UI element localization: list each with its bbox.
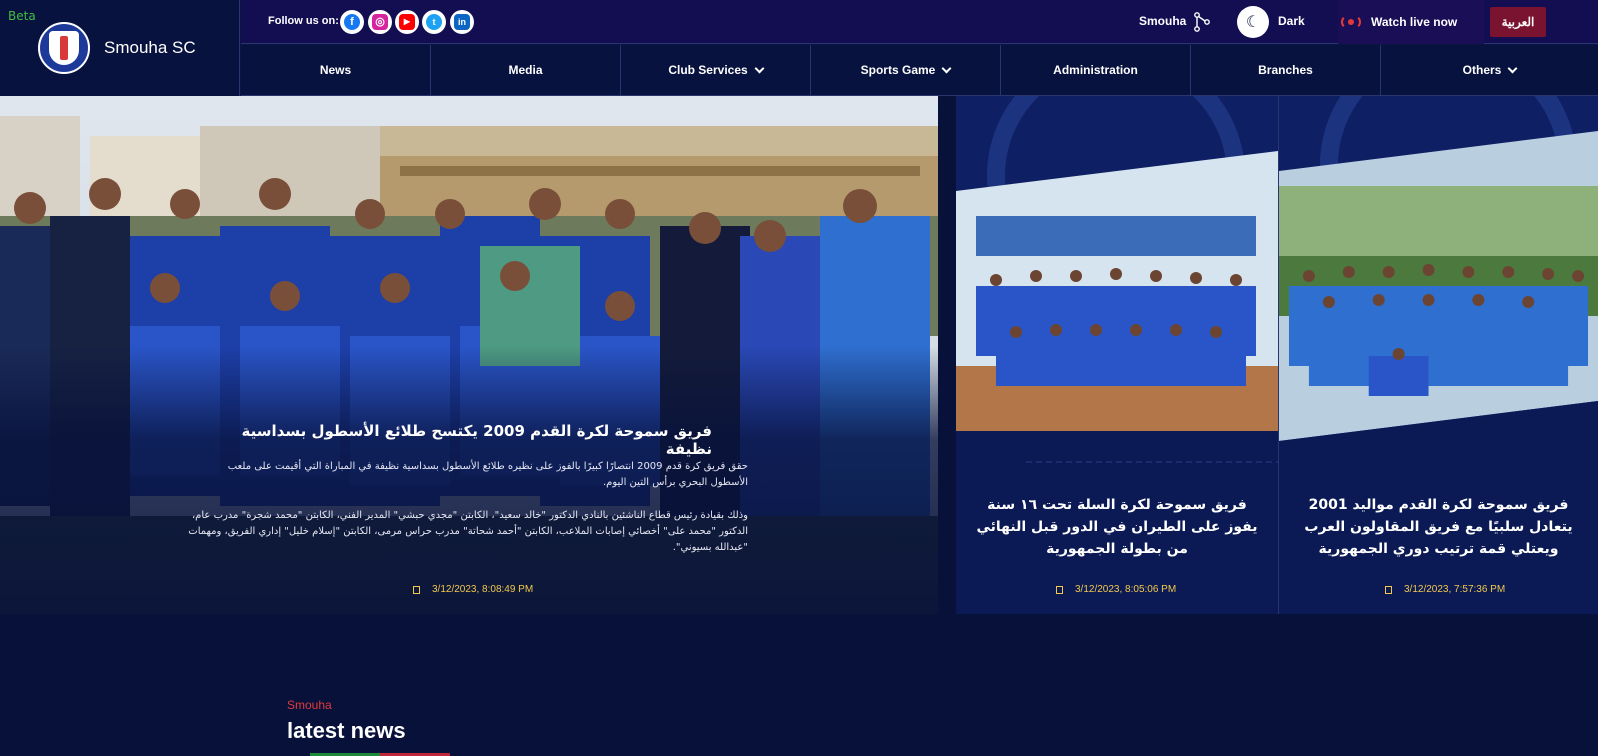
beta-badge: Beta [8,9,36,23]
featured-news-paragraph: وذلك بقيادة رئيس قطاع الناشئين بالنادي ا… [188,510,748,553]
logo-area: Beta Smouha SC [0,0,240,96]
hero-slider: فريق سموحة لكرة القدم 2009 يكتسح طلائع ا… [0,96,1598,614]
nav-item-branches[interactable]: Branches [1191,45,1381,95]
nav-item-club-services[interactable]: Club Services [621,45,811,95]
news-card[interactable]: فريق سموحة لكرة القدم مواليد 2001 يتعادل… [1278,96,1598,614]
smouha-link[interactable]: Smouha [1139,14,1186,28]
dark-mode-label[interactable]: Dark [1278,14,1305,28]
top-bar: Follow us on: f ◎ ▶ t in Smouha ☾ Dark W… [241,0,1598,44]
nav-item-sports-game[interactable]: Sports Game [811,45,1001,95]
club-logo[interactable] [38,22,90,74]
language-switch-button[interactable]: العربية [1490,7,1546,37]
live-broadcast-icon [1341,14,1361,30]
watch-live-button[interactable]: Watch live now [1338,0,1484,44]
twitter-icon[interactable]: t [422,10,446,34]
latest-news-heading: latest news [287,718,406,743]
featured-news-title[interactable]: فريق سموحة لكرة القدم 2009 يكتسح طلائع ا… [192,422,712,458]
chevron-down-icon [941,63,952,73]
featured-news-card[interactable]: فريق سموحة لكرة القدم 2009 يكتسح طلائع ا… [0,96,938,614]
facebook-icon[interactable]: f [340,10,364,34]
nav-item-news[interactable]: News [241,45,431,95]
calendar-icon [1056,585,1063,594]
nav-item-media[interactable]: Media [431,45,621,95]
chevron-down-icon [1507,63,1518,73]
calendar-icon [1385,585,1392,594]
chevron-down-icon [754,63,765,73]
news-card-date: 3/12/2023, 8:05:06 PM [1056,584,1176,595]
follow-label: Follow us on: [268,15,339,27]
share-icon[interactable] [1193,12,1211,32]
site-title[interactable]: Smouha SC [104,38,196,58]
youtube-icon[interactable]: ▶ [395,10,419,34]
nav-item-administration[interactable]: Administration [1001,45,1191,95]
instagram-icon[interactable]: ◎ [368,10,392,34]
calendar-icon [413,585,420,594]
featured-news-date: 3/12/2023, 8:08:49 PM [413,584,533,595]
news-card[interactable]: فريق سموحة لكرة السلة تحت ١٦ سنة يفوز عل… [956,96,1278,614]
moon-icon: ☾ [1245,14,1261,31]
section-kicker: Smouha [287,698,332,712]
dark-mode-toggle[interactable]: ☾ [1237,6,1269,38]
site-header: Beta Smouha SC Follow us on: f ◎ ▶ t in … [0,0,1598,96]
featured-news-paragraph: حقق فريق كرة قدم 2009 انتصارًا كبيرًا با… [227,461,748,488]
watch-live-label: Watch live now [1371,15,1458,29]
news-card-title[interactable]: فريق سموحة لكرة القدم مواليد 2001 يتعادل… [1297,494,1580,560]
nav-item-others[interactable]: Others [1381,45,1598,95]
news-card-date: 3/12/2023, 7:57:36 PM [1385,584,1505,595]
linkedin-icon[interactable]: in [450,10,474,34]
main-nav: News Media Club Services Sports Game Adm… [241,45,1598,96]
news-card-title[interactable]: فريق سموحة لكرة السلة تحت ١٦ سنة يفوز عل… [974,494,1260,560]
